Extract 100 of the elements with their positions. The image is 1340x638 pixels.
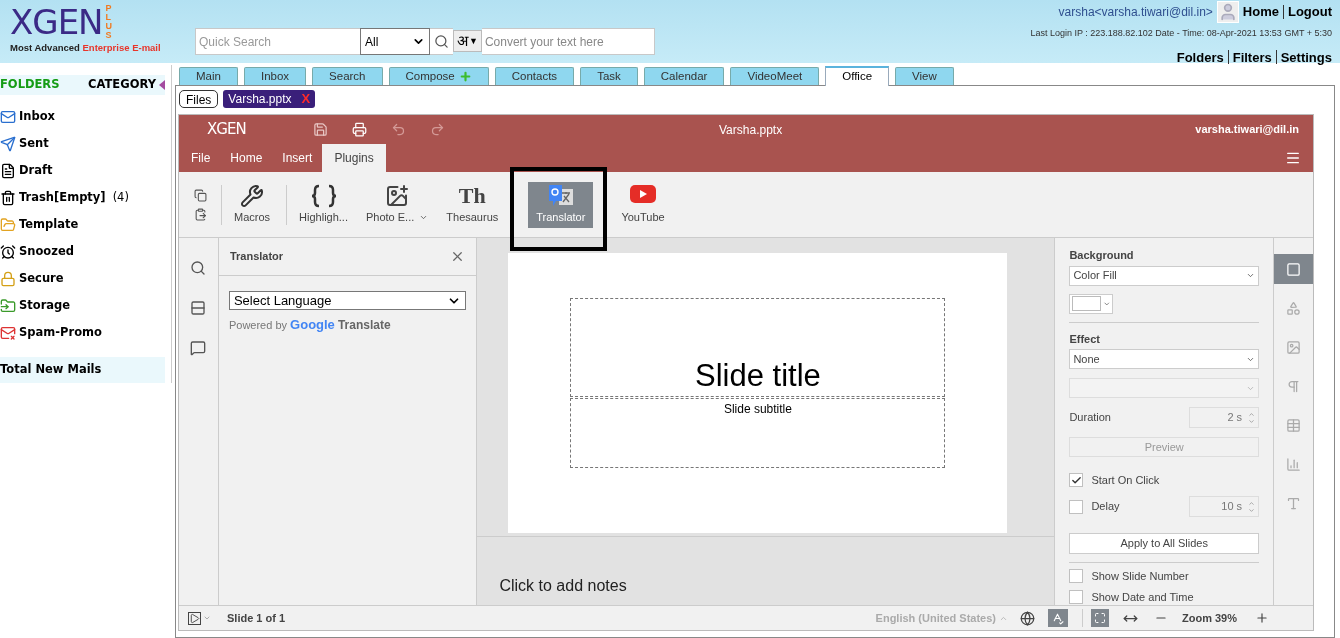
menu-icon[interactable]	[1285, 150, 1301, 166]
folder-item[interactable]: Secure	[0, 265, 165, 292]
undo-icon[interactable]	[391, 122, 406, 137]
search-icon[interactable]	[434, 34, 449, 49]
panel-icon	[1286, 339, 1301, 355]
checkbox[interactable]	[1069, 569, 1084, 583]
folder-item[interactable]: Snoozed	[0, 238, 165, 265]
fill-select[interactable]: Color Fill	[1069, 265, 1260, 286]
nav-tab[interactable]: Inbox	[243, 67, 307, 85]
option-label: Start On Click	[1091, 472, 1160, 488]
panel-icon	[1286, 417, 1301, 433]
save-icon[interactable]	[313, 122, 328, 137]
nav-tab[interactable]: Main	[179, 67, 238, 85]
nav-tab[interactable]: Contacts	[494, 67, 575, 85]
avatar-icon	[1216, 1, 1239, 23]
option-label: Show Date and Time	[1091, 589, 1194, 605]
collapse-arrow-icon[interactable]	[159, 80, 165, 90]
paste-icon[interactable]	[193, 207, 207, 221]
apply-all-button[interactable]: Apply to All Slides	[1069, 533, 1260, 555]
user-identity: varsha<varsha.tiwari@dil.in>	[1058, 4, 1213, 21]
folder-item[interactable]: Trash[Empty] (4)	[0, 184, 165, 211]
panel-icon	[1286, 300, 1301, 316]
menu-tab[interactable]: Insert	[272, 144, 323, 172]
search-field[interactable]: Quick Search	[195, 28, 360, 55]
nav-tab[interactable]: View	[895, 67, 954, 85]
video-play-icon	[630, 183, 656, 204]
fit-slide-icon[interactable]	[1091, 609, 1109, 627]
plugin-button[interactable]: Photo E...	[360, 181, 435, 228]
plugin-button[interactable]: YouTube	[615, 181, 671, 228]
caret-icon[interactable]	[202, 614, 211, 622]
field-label: Duration	[1069, 410, 1111, 426]
checkbox[interactable]	[1069, 473, 1084, 488]
zoom-level: Zoom 39%	[1182, 610, 1237, 626]
open-file-chip[interactable]: Varsha.pptx X	[223, 90, 316, 108]
folder-item[interactable]: Template	[0, 211, 165, 238]
option-label: Show Slide Number	[1091, 568, 1189, 584]
plugin-button[interactable]: Th Thesaurus	[440, 181, 505, 228]
powered-by-text: Powered by Google Translate	[228, 316, 392, 334]
menu-tab[interactable]: Plugins	[322, 144, 386, 172]
header-link[interactable]: Logout	[1287, 2, 1332, 22]
checkbox[interactable]	[1069, 499, 1084, 514]
color-picker[interactable]	[1069, 293, 1114, 314]
effect-select[interactable]: None	[1069, 349, 1260, 370]
subtitle-placeholder[interactable]: Slide subtitle	[570, 398, 946, 468]
plugin-button[interactable]: Highligh...	[293, 181, 354, 228]
copy-icon[interactable]	[193, 188, 207, 202]
spellcheck-icon[interactable]	[1048, 609, 1068, 627]
plugin-button[interactable]: Translator	[528, 181, 594, 228]
files-button[interactable]: Files	[179, 90, 219, 108]
panel-icon	[1286, 378, 1301, 394]
folder-item[interactable]: Sent	[0, 130, 165, 157]
script-key-button[interactable]: अ▼	[453, 30, 482, 52]
menu-tab[interactable]: File	[181, 144, 221, 172]
convert-text-field[interactable]: Convert your text here	[481, 28, 655, 55]
search-icon[interactable]	[190, 260, 207, 276]
option-label: Delay	[1091, 499, 1120, 515]
editor-logo: XGEN	[207, 119, 247, 141]
editor-user: varsha.tiwari@dil.in	[1195, 122, 1299, 138]
folder-item[interactable]: Spam-Promo	[0, 319, 165, 346]
nav-tab[interactable]: Compose	[388, 67, 489, 85]
folder-item[interactable]: Draft	[0, 157, 165, 184]
photo-edit-icon	[385, 183, 410, 208]
translate-icon	[546, 183, 575, 208]
nav-tab[interactable]: Calendar	[643, 67, 725, 85]
panel-icon	[1286, 261, 1301, 277]
category-heading[interactable]: CATEGORY	[88, 76, 156, 94]
nav-tab[interactable]: VideoMeet	[730, 67, 820, 85]
redo-icon[interactable]	[430, 122, 445, 137]
tools-icon	[240, 183, 265, 208]
slides-icon[interactable]	[190, 300, 207, 316]
globe-icon[interactable]	[1020, 610, 1035, 626]
checkbox[interactable]	[1069, 590, 1084, 604]
nav-tab[interactable]: Office	[825, 66, 890, 86]
delay-spinner[interactable]: 10 s	[1189, 496, 1260, 518]
folder-item[interactable]: Inbox	[0, 103, 165, 130]
folder-item[interactable]: Storage	[0, 292, 165, 319]
document-title: Varsha.pptx	[719, 121, 783, 139]
language-select[interactable]: Select Language	[228, 291, 467, 310]
zoom-in-icon[interactable]	[1255, 611, 1269, 625]
panel-title: Translator	[229, 249, 284, 265]
duration-spinner[interactable]: 2 s	[1189, 407, 1260, 429]
thesaurus-glyph: Th	[458, 183, 486, 208]
plugin-button[interactable]: Macros	[228, 181, 277, 228]
title-placeholder[interactable]: Slide title	[570, 298, 946, 397]
scope-select[interactable]: All	[360, 28, 430, 55]
slide-counter: Slide 1 of 1	[227, 610, 286, 626]
menu-tab[interactable]: Home	[220, 144, 273, 172]
play-icon[interactable]	[187, 611, 201, 625]
nav-tab[interactable]: Search	[312, 67, 383, 85]
header-link[interactable]: Settings	[1280, 47, 1332, 67]
header-link[interactable]: Folders	[1176, 47, 1224, 67]
print-icon[interactable]	[352, 122, 367, 137]
caret-icon	[1102, 299, 1111, 308]
last-login-info: Last Login IP : 223.188.82.102 Date - Time: 08-Apr-2021 13:53 GMT + 5:30	[1030, 27, 1332, 40]
nav-tab[interactable]: Task	[580, 67, 638, 85]
side-tab[interactable]	[1274, 254, 1313, 284]
section-label: Effect	[1069, 331, 1101, 347]
comment-icon[interactable]	[190, 340, 207, 356]
header-link[interactable]: Home	[1242, 2, 1279, 22]
header-link[interactable]: Filters	[1232, 47, 1272, 67]
